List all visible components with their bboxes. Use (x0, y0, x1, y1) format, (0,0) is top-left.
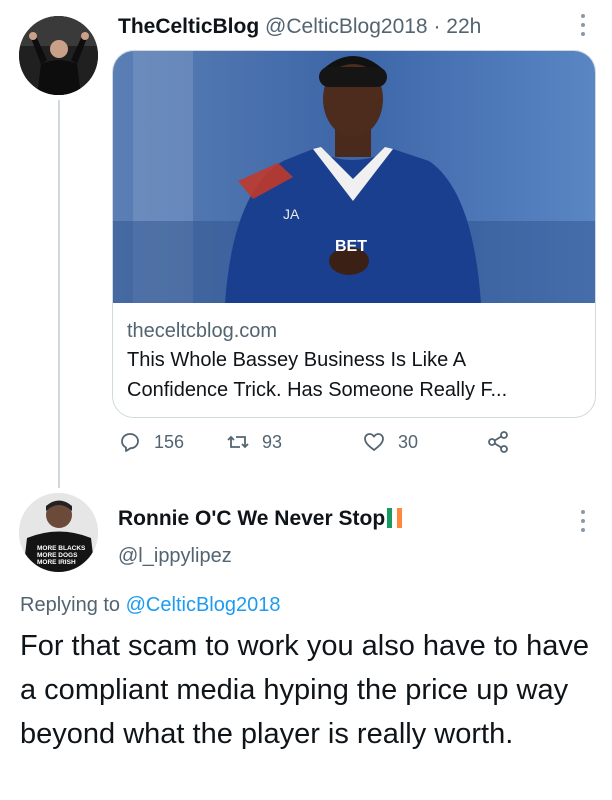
display-name[interactable]: Ronnie O'C We Never Stop (118, 505, 403, 536)
more-options-icon[interactable] (579, 510, 587, 536)
user-avatar-icon: MORE BLACKS MORE DOGS MORE IRISH (19, 493, 98, 572)
shirt-line-2: MORE DOGS (37, 552, 78, 559)
separator: · (433, 15, 441, 38)
handle[interactable]: @CelticBlog2018 (265, 15, 428, 38)
irish-flag-icon (387, 508, 403, 536)
avatar[interactable] (19, 16, 98, 95)
replying-to: Replying to @CelticBlog2018 (20, 591, 280, 619)
shirt-line-1: MORE BLACKS (37, 545, 86, 552)
tweet-actions: 156 93 30 (118, 430, 518, 462)
sponsor-text: BET (335, 238, 367, 255)
replying-to-link[interactable]: @CelticBlog2018 (126, 594, 281, 616)
heart-icon (364, 433, 384, 451)
handle[interactable]: @l_ippylipez (118, 542, 232, 570)
share-icon (488, 431, 508, 453)
display-name[interactable]: TheCelticBlog (118, 15, 259, 38)
card-title-line2: Confidence Trick. Has Someone Really F..… (127, 379, 508, 401)
retweet-button[interactable]: 93 (226, 430, 282, 454)
share-button[interactable] (486, 430, 510, 454)
reply-count: 156 (154, 431, 185, 452)
replying-prefix: Replying to (20, 594, 121, 616)
card-image: JA BET (113, 51, 595, 303)
tweet-header: TheCelticBlog @CelticBlog2018 · 22h (118, 12, 481, 42)
like-button[interactable]: 30 (362, 430, 418, 454)
like-count: 30 (398, 431, 419, 452)
card-title-line1: This Whole Bassey Business Is Like A (127, 349, 467, 371)
display-name-text: Ronnie O'C We Never Stop (118, 507, 386, 530)
link-card[interactable]: JA BET theceltcblog.com This Whole Basse… (112, 50, 596, 418)
retweet-count: 93 (262, 431, 283, 452)
tweet-text: For that scam to work you also have to h… (20, 630, 589, 750)
more-options-icon[interactable] (579, 14, 587, 40)
retweet-icon (227, 435, 249, 449)
reply-button[interactable]: 156 (118, 430, 184, 454)
card-domain: theceltcblog.com (127, 320, 278, 342)
manager-avatar-icon (19, 16, 98, 95)
timestamp[interactable]: 22h (446, 15, 481, 38)
shirt-initials: JA (283, 206, 300, 222)
avatar[interactable]: MORE BLACKS MORE DOGS MORE IRISH (19, 493, 98, 572)
shirt-line-3: MORE IRISH (37, 559, 76, 566)
thread-connector-line (58, 100, 60, 488)
reply-icon (121, 433, 139, 452)
